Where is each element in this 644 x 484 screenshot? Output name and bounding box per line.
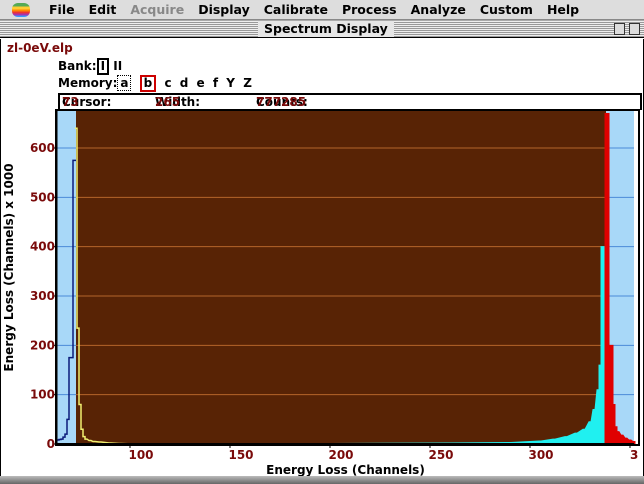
y-tick-label: 100 [30,388,55,402]
selected-region [76,111,606,444]
x-tick-label: 250 [428,448,453,462]
y-tick-label: 300 [30,289,55,303]
x-tick-label: 3 [630,448,638,462]
x-axis-label: Energy Loss (Channels) [266,463,425,477]
spectrum-chart[interactable]: 0 100 200 300 400 500 600 100 150 200 250 300 3 Energ… [0,0,644,484]
y-tick-label: 200 [30,338,55,352]
x-tick-label: 300 [528,448,553,462]
x-tick-label: 150 [228,448,253,462]
y-tick-label: 600 [30,141,55,155]
x-tick-label: 100 [128,448,153,462]
x-tick-label: 200 [328,448,353,462]
window-bottom-edge [0,476,644,484]
y-tick-label: 500 [30,190,55,204]
y-axis-label: Energy Loss (Channels) x 1000 [2,163,16,371]
y-tick-label: 400 [30,240,55,254]
y-tick-label: 0 [47,437,55,451]
